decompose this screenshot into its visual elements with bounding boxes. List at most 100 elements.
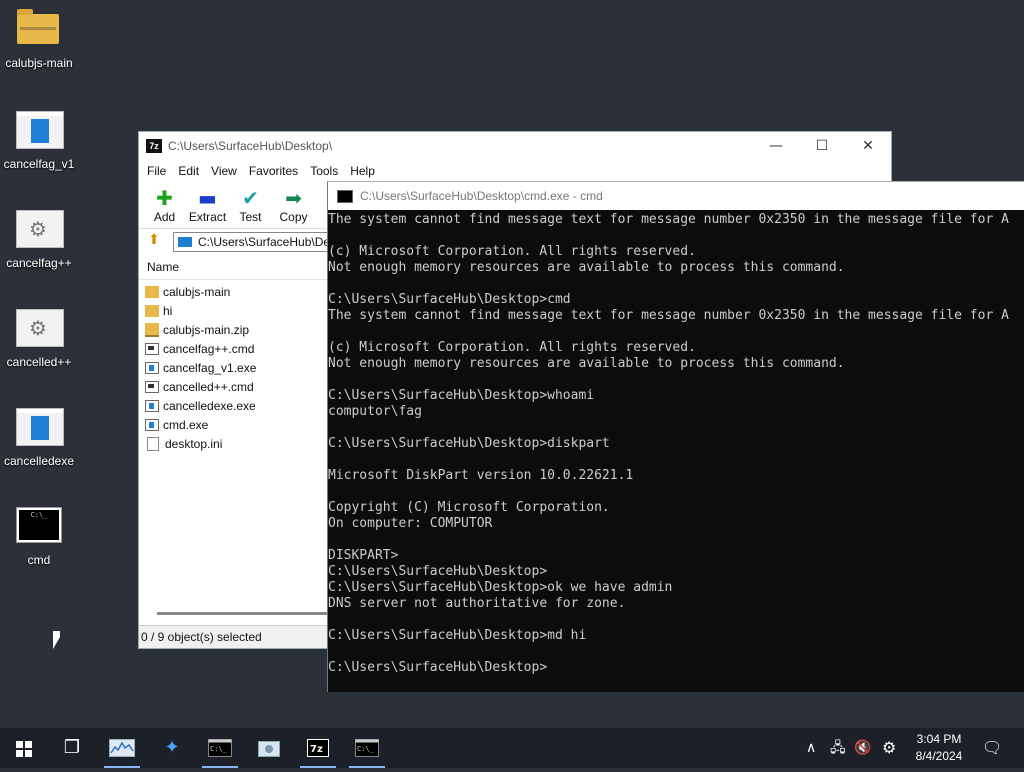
- start-button[interactable]: [0, 728, 48, 768]
- desktop: calubjs-main cancelfag_v1 ⚙ cancelfag++ …: [0, 0, 1024, 728]
- status-bar: 0 / 9 object(s) selected: [139, 625, 331, 648]
- cmd-title-bar[interactable]: C:\Users\SurfaceHub\Desktop\cmd.exe - cm…: [328, 182, 1024, 210]
- desktop-icon-calubjs-main[interactable]: calubjs-main: [0, 0, 78, 70]
- chevron-up-icon[interactable]: ∧: [806, 728, 816, 768]
- menu-edit[interactable]: Edit: [172, 164, 205, 178]
- copy-label: Copy: [279, 210, 308, 224]
- resource-monitor-icon[interactable]: [98, 728, 146, 768]
- cmd-script-icon: ⚙: [15, 210, 64, 250]
- console-line: computor\fag: [328, 404, 422, 419]
- desktop-icon-cancelled-plus[interactable]: ⚙ cancelled++: [0, 299, 78, 369]
- cmd-script-icon: ⚙: [15, 309, 64, 349]
- cmd-window[interactable]: C:\Users\SurfaceHub\Desktop\cmd.exe - cm…: [327, 181, 1024, 692]
- close-button[interactable]: ✕: [845, 132, 891, 160]
- console-line: Not enough memory resources are availabl…: [328, 356, 845, 371]
- task-view-icon[interactable]: ❐: [48, 728, 96, 768]
- column-name-label: Name: [147, 260, 180, 274]
- desktop-icon-label: calubjs-main: [5, 56, 73, 70]
- mouse-cursor-icon: [53, 631, 60, 649]
- cmd-icon[interactable]: C:\_: [196, 728, 244, 768]
- add-label: Add: [153, 210, 176, 224]
- clock[interactable]: 3:04 PM 8/4/2024: [908, 731, 970, 765]
- exe-icon: [145, 418, 159, 431]
- maximize-button[interactable]: ☐: [799, 132, 845, 160]
- console-line: C:\Users\SurfaceHub\Desktop>md hi: [328, 628, 587, 643]
- file-name: desktop.ini: [165, 436, 223, 451]
- menu-tools[interactable]: Tools: [304, 164, 344, 178]
- window-title: C:\Users\SurfaceHub\Desktop\: [168, 139, 333, 153]
- up-folder-icon[interactable]: ⬆: [143, 232, 165, 252]
- desktop-icon-cancelfag-v1[interactable]: cancelfag_v1: [0, 101, 78, 171]
- cmd-window-title: C:\Users\SurfaceHub\Desktop\cmd.exe - cm…: [360, 189, 603, 203]
- console-line: The system cannot find message text for …: [328, 212, 1009, 227]
- test-button[interactable]: ✔ Test: [229, 182, 272, 228]
- console-line: Not enough memory resources are availabl…: [328, 260, 845, 275]
- cmd-app-icon: [337, 189, 353, 203]
- file-name: hi: [163, 303, 173, 318]
- volume-muted-icon[interactable]: 🔇: [854, 728, 871, 768]
- zip-folder-icon: [145, 322, 159, 337]
- network-icon[interactable]: 🖧: [830, 728, 846, 768]
- cmd-script-icon: [145, 380, 159, 393]
- console-line: DISKPART>: [328, 548, 399, 563]
- windows-logo-icon: [16, 741, 32, 757]
- cmd-script-icon: [145, 342, 159, 355]
- desktop-icon-label: cancelledexe: [3, 454, 75, 468]
- exe-icon: [145, 361, 159, 374]
- menu-favorites[interactable]: Favorites: [243, 164, 304, 178]
- desktop-icon-label: cmd: [27, 553, 51, 567]
- copy-button[interactable]: ➡ Copy: [272, 182, 315, 228]
- desktop-icon-label: cancelfag++: [6, 256, 72, 270]
- desktop-icon-cmd[interactable]: C:\_ cmd: [0, 497, 78, 567]
- clock-date: 8/4/2024: [915, 749, 963, 763]
- clock-time: 3:04 PM: [916, 732, 962, 746]
- notification-icon[interactable]: 🗨: [982, 728, 1002, 768]
- file-name: cancelfag++.cmd: [163, 341, 255, 356]
- address-text: C:\Users\SurfaceHub\Des: [198, 235, 337, 249]
- minimize-button[interactable]: —: [753, 132, 799, 160]
- file-name: cancelledexe.exe: [163, 398, 256, 413]
- horizontal-scrollbar[interactable]: [157, 612, 327, 615]
- menu-view[interactable]: View: [205, 164, 243, 178]
- network-icon[interactable]: ✦: [148, 728, 196, 768]
- file-icon: [147, 436, 159, 451]
- console-line: C:\Users\SurfaceHub\Desktop>: [328, 660, 548, 675]
- desktop-icon-label: cancelfag_v1: [3, 157, 75, 171]
- console-line: Copyright (C) Microsoft Corporation.: [328, 500, 610, 515]
- arrow-right-icon: ➡: [285, 186, 302, 210]
- svg-text:7z: 7z: [310, 744, 323, 755]
- exe-icon: [15, 408, 64, 448]
- desktop-icon-cancelfag-plus[interactable]: ⚙ cancelfag++: [0, 200, 78, 270]
- 7zip-icon[interactable]: 7z: [294, 728, 342, 768]
- photo-viewer-icon[interactable]: [245, 728, 293, 768]
- console-line: (c) Microsoft Corporation. All rights re…: [328, 340, 696, 355]
- console-line: DNS server not authoritative for zone.: [328, 596, 626, 611]
- console-line: Microsoft DiskPart version 10.0.22621.1: [328, 468, 634, 483]
- test-label: Test: [239, 210, 262, 224]
- console-line: C:\Users\SurfaceHub\Desktop>cmd: [328, 292, 571, 307]
- add-button[interactable]: ✚ Add: [143, 182, 186, 228]
- extract-button[interactable]: ▬ Extract: [186, 182, 229, 228]
- console-line: (c) Microsoft Corporation. All rights re…: [328, 244, 696, 259]
- svg-text:C:\_: C:\_: [357, 745, 375, 753]
- menu-help[interactable]: Help: [344, 164, 381, 178]
- minus-icon: ▬: [198, 186, 217, 210]
- file-name: calubjs-main.zip: [163, 322, 250, 337]
- svg-text:C:\_: C:\_: [210, 745, 228, 753]
- menu-bar: File Edit View Favorites Tools Help: [139, 160, 891, 182]
- folder-icon: [145, 304, 159, 317]
- desktop-icon-cancelledexe[interactable]: cancelledexe: [0, 398, 78, 468]
- console-line: C:\Users\SurfaceHub\Desktop>ok we have a…: [328, 580, 673, 595]
- settings-icon[interactable]: ⚙: [882, 728, 896, 768]
- menu-file[interactable]: File: [141, 164, 172, 178]
- file-name: cmd.exe: [163, 417, 209, 432]
- console-output[interactable]: The system cannot find message text for …: [328, 210, 1024, 688]
- cmd-icon[interactable]: C:\_: [343, 728, 391, 768]
- console-line: On computer: COMPUTOR: [328, 516, 493, 531]
